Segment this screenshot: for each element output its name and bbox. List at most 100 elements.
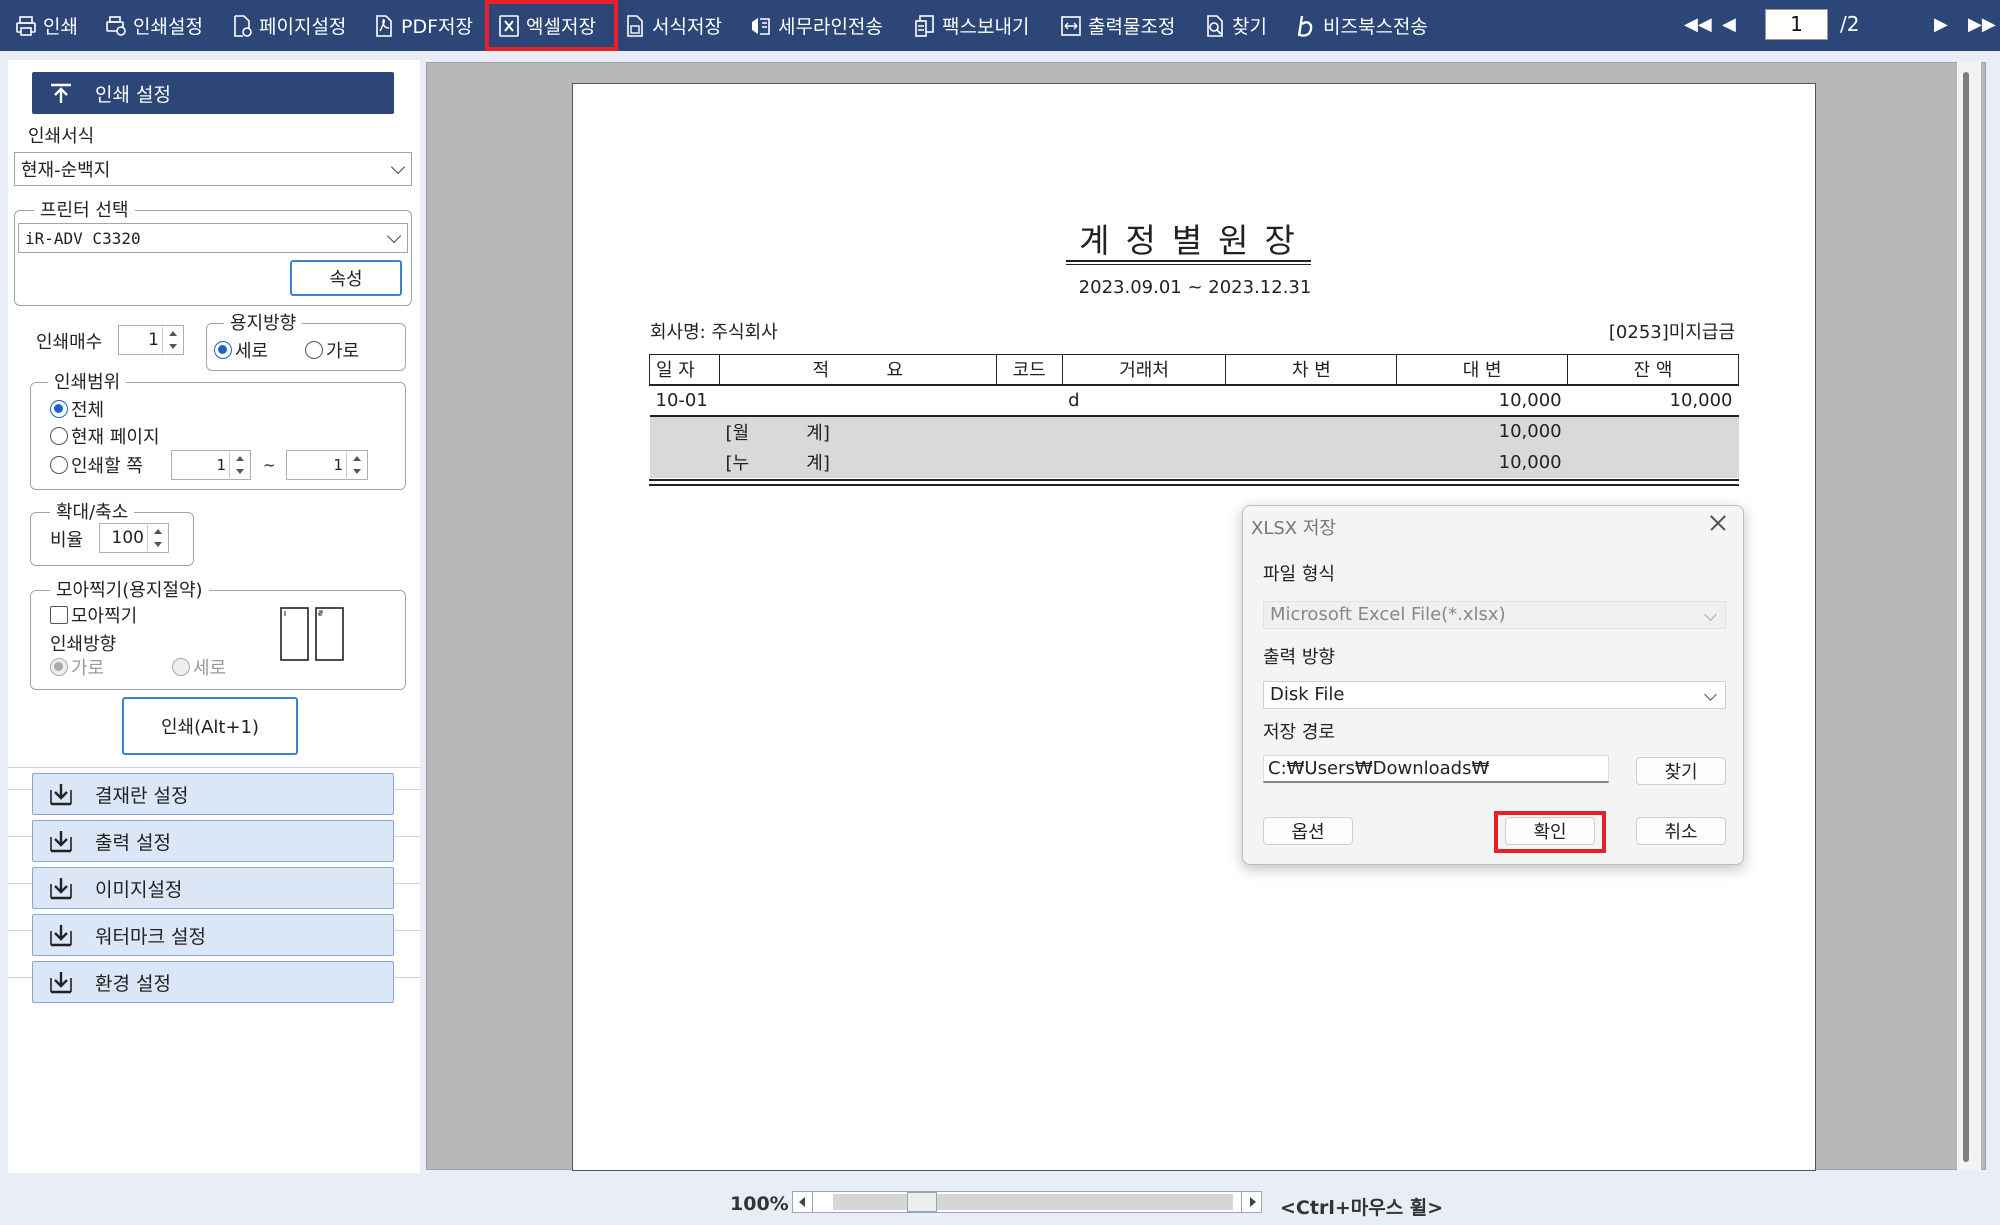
column-header-partner: 거래처 <box>1061 354 1227 386</box>
radio-unchecked-icon <box>172 658 190 676</box>
nup-portrait-radio[interactable]: 세로 <box>172 654 226 680</box>
spin-arrows-icon[interactable] <box>147 525 167 551</box>
close-icon[interactable] <box>1703 508 1733 538</box>
scroll-right-icon[interactable] <box>1241 1192 1261 1212</box>
output-direction-label: 출력 방향 <box>1263 647 1335 668</box>
orientation-portrait-radio[interactable]: 세로 <box>214 337 268 363</box>
watermark-settings-label: 워터마크 설정 <box>95 925 206 948</box>
expand-down-icon <box>47 968 75 996</box>
scroll-left-icon[interactable] <box>793 1192 813 1212</box>
range-to-stepper[interactable]: 1 <box>286 450 368 480</box>
print-settings-title: 인쇄 설정 <box>95 83 171 106</box>
slider-knob[interactable] <box>907 1192 937 1212</box>
range-tilde: ~ <box>263 456 276 474</box>
nup-checkbox-label: 모아찍기 <box>71 606 138 627</box>
dialog-title: XLSX 저장 <box>1251 518 1336 539</box>
toolbar-print-settings-label: 인쇄설정 <box>133 16 203 38</box>
bizbooks-icon <box>1294 14 1316 38</box>
output-settings-header[interactable]: 출력 설정 <box>32 820 394 862</box>
file-format-select[interactable]: Microsoft Excel File(*.xlsx) <box>1263 601 1726 629</box>
column-header-date: 일 자 <box>649 354 720 386</box>
toolbar-fax-button[interactable]: 팩스보내기 <box>913 0 1029 51</box>
printer-select[interactable]: iR-ADV C3320 <box>18 223 408 253</box>
print-form-value: 현재-순백지 <box>21 160 111 181</box>
panel-divider <box>8 767 420 768</box>
approval-settings-header[interactable]: 결재란 설정 <box>32 773 394 815</box>
environment-settings-header[interactable]: 환경 설정 <box>32 961 394 1003</box>
cell-date <box>649 415 720 447</box>
copies-stepper[interactable]: 1 <box>118 325 184 355</box>
options-button[interactable]: 옵션 <box>1263 817 1353 845</box>
cancel-button[interactable]: 취소 <box>1636 817 1726 845</box>
toolbar-fax-label: 팩스보내기 <box>942 16 1030 38</box>
radio-unchecked-icon <box>50 456 68 474</box>
last-page-button[interactable]: ▶▶ <box>1968 14 1996 36</box>
zoom-ratio-stepper[interactable]: 100 <box>99 523 169 553</box>
spin-arrows-icon[interactable] <box>162 327 182 353</box>
orientation-landscape-radio[interactable]: 가로 <box>305 337 359 363</box>
toolbar-page-settings-button[interactable]: 페이지설정 <box>230 0 346 51</box>
zoom-ratio-value: 100 <box>111 528 144 548</box>
printer-value: iR-ADV C3320 <box>25 228 141 248</box>
form-save-icon <box>623 14 645 38</box>
copies-value: 1 <box>148 330 159 350</box>
nup-landscape-radio[interactable]: 가로 <box>50 654 104 680</box>
vertical-scrollbar[interactable] <box>1957 62 1981 1170</box>
toolbar-pdf-save-button[interactable]: PDF저장 <box>372 0 473 51</box>
fax-icon <box>913 14 935 38</box>
watermark-settings-header[interactable]: 워터마크 설정 <box>32 914 394 956</box>
zoom-hint: <Ctrl+마우스 휠> <box>1280 1197 1444 1219</box>
radio-checked-icon <box>50 658 68 676</box>
print-button[interactable]: 인쇄(Alt+1) <box>122 697 298 755</box>
next-page-button[interactable]: ▶ <box>1934 14 1948 36</box>
toolbar-output-adjust-button[interactable]: 출력물조정 <box>1059 0 1175 51</box>
radio-checked-icon <box>50 400 68 418</box>
save-path-input[interactable]: C:₩Users₩Downloads₩ <box>1263 755 1609 783</box>
expand-down-icon <box>47 921 75 949</box>
title-underline <box>1066 264 1311 265</box>
print-form-select[interactable]: 현재-순백지 <box>14 152 412 186</box>
cell-credit: 10,000 <box>1396 384 1568 417</box>
cell-code <box>996 415 1063 447</box>
output-direction-select[interactable]: Disk File <box>1263 681 1726 709</box>
tax-send-icon <box>749 14 771 38</box>
range-from-stepper[interactable]: 1 <box>171 450 251 480</box>
browse-button[interactable]: 찾기 <box>1636 757 1726 785</box>
scrollbar-thumb[interactable] <box>1963 72 1969 1162</box>
range-all-label: 전체 <box>71 400 105 421</box>
spin-arrows-icon[interactable] <box>346 452 366 478</box>
toolbar-bizbooks-button[interactable]: 비즈북스전송 <box>1294 0 1428 51</box>
slider-track[interactable] <box>833 1194 1233 1210</box>
nup-portrait-label: 세로 <box>193 658 227 679</box>
range-all-radio[interactable]: 전체 <box>50 396 104 422</box>
toolbar-tax-send-button[interactable]: 세무라인전송 <box>749 0 883 51</box>
spin-arrows-icon[interactable] <box>229 452 249 478</box>
properties-button[interactable]: 속성 <box>290 260 402 296</box>
nup-checkbox[interactable]: 모아찍기 <box>50 602 137 628</box>
page-total: /2 <box>1840 12 1860 36</box>
table-bottom-rule <box>649 479 1739 481</box>
orientation-portrait-label: 세로 <box>235 341 269 362</box>
zoom-slider[interactable] <box>792 1191 1262 1213</box>
page-number-input[interactable]: 1 <box>1765 9 1828 40</box>
environment-settings-label: 환경 설정 <box>95 972 171 995</box>
range-pages-label: 인쇄할 쪽 <box>71 456 143 477</box>
toolbar-print-button[interactable]: 인쇄 <box>14 0 78 51</box>
toolbar-print-settings-button[interactable]: 인쇄설정 <box>104 0 203 51</box>
prev-page-button[interactable]: ◀ <box>1722 14 1736 36</box>
toolbar-find-button[interactable]: 찾기 <box>1203 0 1267 51</box>
toolbar-form-save-button[interactable]: 서식저장 <box>623 0 722 51</box>
first-page-button[interactable]: ◀◀ <box>1684 14 1712 36</box>
image-settings-header[interactable]: 이미지설정 <box>32 867 394 909</box>
checkbox-unchecked-icon <box>50 606 68 624</box>
file-format-label: 파일 형식 <box>1263 564 1335 585</box>
print-settings-header[interactable]: 인쇄 설정 <box>32 72 394 114</box>
column-header-credit: 대 변 <box>1396 354 1569 386</box>
cell-debit <box>1225 384 1397 417</box>
zoom-level: 100% <box>730 1193 789 1215</box>
toolbar: 인쇄 인쇄설정 페이지설정 PDF저장 엑셀저장 서식저장 세무라인전송 팩스보… <box>0 0 2000 51</box>
range-current-radio[interactable]: 현재 페이지 <box>50 423 160 449</box>
range-pages-radio[interactable]: 인쇄할 쪽 <box>50 452 143 478</box>
nup-preview-icon <box>280 607 344 661</box>
zoom-group-title: 확대/축소 <box>50 498 135 524</box>
